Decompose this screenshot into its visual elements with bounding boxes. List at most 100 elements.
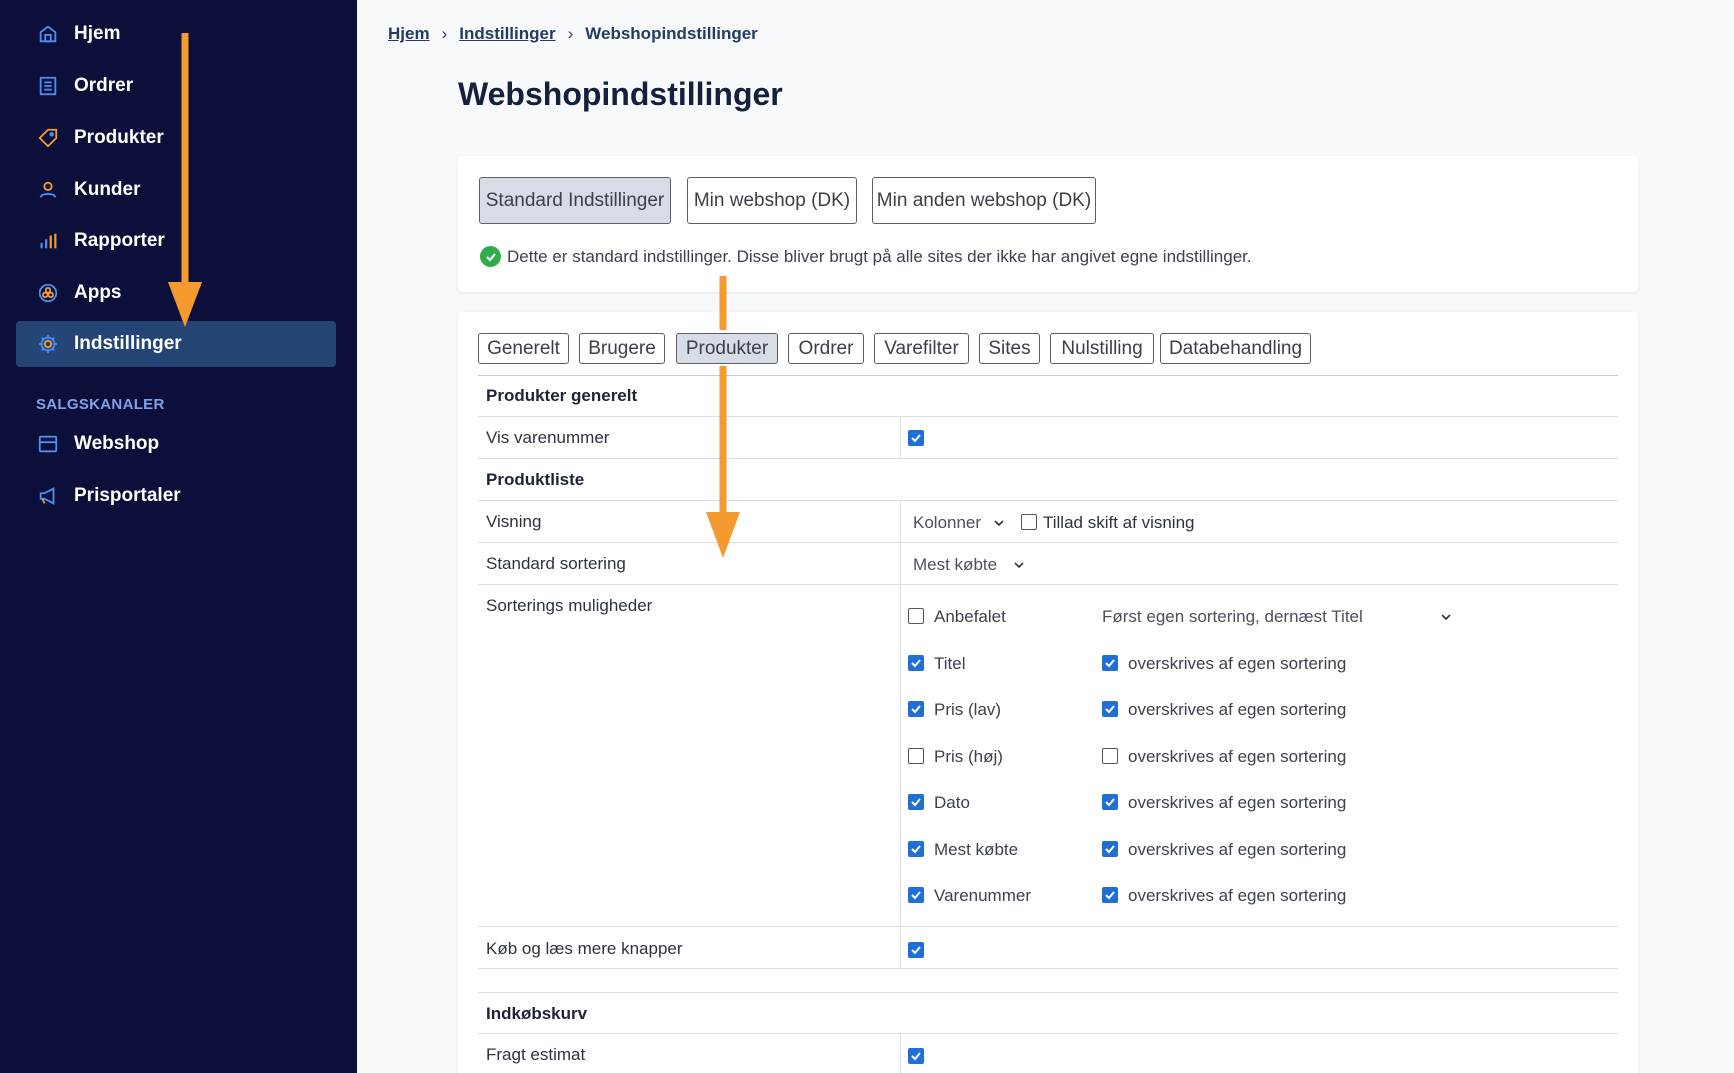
column-divider: [900, 1033, 901, 1073]
tab-generelt[interactable]: Generelt: [478, 333, 569, 364]
sidebar-section-label: SALGSKANALER: [36, 396, 165, 413]
sidebar-item-label: Ordrer: [74, 75, 134, 96]
section-heading-produkter-generelt: Produkter generelt: [486, 386, 638, 405]
store-icon: [36, 432, 60, 456]
info-message: Dette er standard indstillinger. Disse b…: [480, 246, 1252, 267]
visning-select[interactable]: Kolonner: [913, 513, 1005, 533]
sort-option-checkbox-dato[interactable]: [908, 794, 924, 810]
tab-sites[interactable]: Sites: [979, 333, 1040, 364]
tab-brugere[interactable]: Brugere: [579, 333, 665, 364]
override-label: overskrives af egen sortering: [1128, 840, 1347, 859]
sidebar-item-label: Webshop: [74, 433, 160, 454]
tillad-skift-label: Tillad skift af visning: [1043, 513, 1195, 532]
setting-label-kob-knapper: Køb og læs mere knapper: [486, 939, 683, 958]
kob-knapper-checkbox[interactable]: [908, 942, 924, 958]
success-check-icon: [480, 246, 501, 267]
chevron-down-icon: [994, 520, 1004, 527]
setting-label-standard-sortering: Standard sortering: [486, 554, 626, 573]
sort-option-label: Titel: [934, 654, 966, 673]
setting-label-fragt-estimat: Fragt estimat: [486, 1045, 586, 1064]
override-checkbox-varenummer[interactable]: [1102, 887, 1118, 903]
sort-option-label: Anbefalet: [934, 607, 1006, 626]
divider: [478, 968, 1618, 969]
sort-option-checkbox-mest-kobte[interactable]: [908, 841, 924, 857]
annotation-arrow-down-icon: [168, 33, 202, 327]
tab-databehandling[interactable]: Databehandling: [1160, 333, 1311, 364]
divider: [478, 926, 1618, 927]
override-label: overskrives af egen sortering: [1128, 654, 1347, 673]
column-divider: [900, 416, 901, 458]
chevron-right-icon: ›: [441, 24, 448, 43]
setting-label-sorterings-muligheder: Sorterings muligheder: [486, 596, 653, 615]
breadcrumb-home-link[interactable]: Hjem: [388, 24, 430, 44]
sidebar-item-label: Apps: [74, 282, 122, 303]
site-button-min-webshop[interactable]: Min webshop (DK): [687, 177, 857, 224]
override-checkbox-dato[interactable]: [1102, 794, 1118, 810]
tab-ordrer[interactable]: Ordrer: [788, 333, 864, 364]
megaphone-icon: [36, 484, 60, 508]
breadcrumb-settings-link[interactable]: Indstillinger: [459, 24, 555, 44]
standard-sortering-select[interactable]: Mest købte: [913, 555, 1025, 575]
settings-card: Generelt Brugere Produkter Ordrer Varefi…: [458, 312, 1638, 1073]
sidebar-item-label: Hjem: [74, 23, 121, 44]
divider: [478, 992, 1618, 993]
bar-chart-icon: [36, 229, 60, 253]
vis-varenummer-checkbox[interactable]: [908, 430, 924, 446]
tab-varefilter[interactable]: Varefilter: [874, 333, 969, 364]
sidebar-item-webshop[interactable]: Webshop: [16, 421, 336, 467]
chevron-right-icon: ›: [567, 24, 574, 43]
tag-icon: [36, 126, 60, 150]
divider: [478, 1033, 1618, 1034]
sort-option-checkbox-pris-hoj[interactable]: [908, 748, 924, 764]
site-button-min-anden-webshop[interactable]: Min anden webshop (DK): [872, 177, 1096, 224]
divider: [478, 500, 1618, 501]
info-text: Dette er standard indstillinger. Disse b…: [507, 246, 1252, 266]
column-divider: [900, 500, 901, 926]
tillad-skift-checkbox[interactable]: [1021, 514, 1037, 530]
visning-select-value: Kolonner: [913, 513, 982, 532]
sort-option-label: Varenummer: [934, 886, 1031, 905]
sort-option-checkbox-anbefalet[interactable]: [908, 608, 924, 624]
sort-option-label: Pris (høj): [934, 747, 1003, 766]
gear-icon: [36, 332, 60, 356]
sort-option-checkbox-titel[interactable]: [908, 655, 924, 671]
sidebar-item-label: Produkter: [74, 127, 164, 148]
override-label: overskrives af egen sortering: [1128, 886, 1347, 905]
divider: [478, 458, 1618, 459]
page-title: Webshopindstillinger: [458, 76, 783, 112]
override-checkbox-pris-lav[interactable]: [1102, 701, 1118, 717]
divider: [478, 375, 1618, 376]
divider: [478, 542, 1618, 543]
fragt-estimat-checkbox[interactable]: [908, 1048, 924, 1064]
annotation-arrow-down-icon: [706, 276, 740, 558]
setting-label-visning: Visning: [486, 512, 542, 531]
sort-option-checkbox-varenummer[interactable]: [908, 887, 924, 903]
sidebar-item-prisportaler[interactable]: Prisportaler: [16, 473, 336, 519]
site-button-standard[interactable]: Standard Indstillinger: [479, 177, 671, 224]
sidebar-item-label: Indstillinger: [74, 333, 182, 354]
anbefalet-sort-value: Først egen sortering, dernæst Titel: [1102, 607, 1363, 626]
override-label: overskrives af egen sortering: [1128, 700, 1347, 719]
divider: [478, 416, 1618, 417]
anbefalet-sort-select[interactable]: Først egen sortering, dernæst Titel: [1102, 607, 1452, 627]
sort-option-label: Dato: [934, 793, 970, 812]
sort-option-label: Pris (lav): [934, 700, 1002, 719]
override-checkbox-pris-hoj[interactable]: [1102, 748, 1118, 764]
home-icon: [36, 22, 60, 46]
sidebar-item-label: Rapporter: [74, 230, 165, 251]
chevron-down-icon: [1441, 614, 1451, 621]
sort-option-label: Mest købte: [934, 840, 1019, 859]
override-checkbox-titel[interactable]: [1102, 655, 1118, 671]
standard-sortering-value: Mest købte: [913, 555, 998, 574]
tab-nulstilling[interactable]: Nulstilling: [1050, 333, 1154, 364]
column-divider: [900, 926, 901, 968]
override-label: overskrives af egen sortering: [1128, 747, 1347, 766]
breadcrumb: Hjem › Indstillinger › Webshopindstillin…: [388, 24, 758, 44]
orders-icon: [36, 74, 60, 98]
apps-icon: [36, 281, 60, 305]
sort-option-checkbox-pris-lav[interactable]: [908, 701, 924, 717]
section-heading-produktliste: Produktliste: [486, 470, 585, 489]
user-icon: [36, 178, 60, 202]
override-checkbox-mest-kobte[interactable]: [1102, 841, 1118, 857]
setting-label-vis-varenummer: Vis varenummer: [486, 428, 610, 447]
